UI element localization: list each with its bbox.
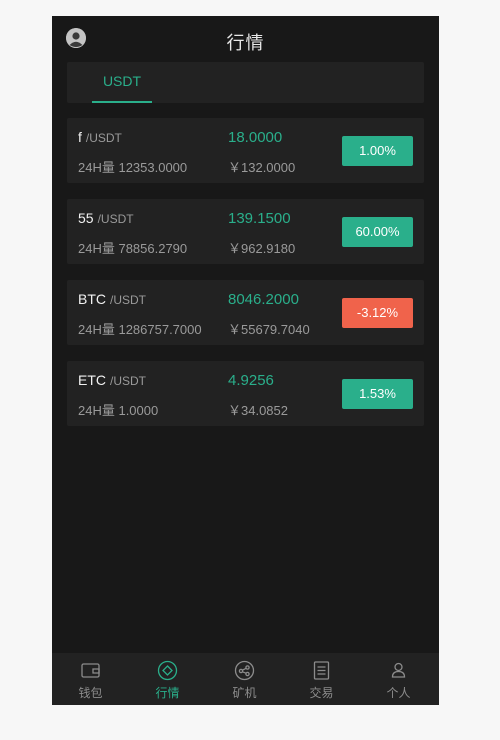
tab-usdt-label: USDT [102, 73, 142, 89]
change-badge[interactable]: -3.12% [342, 298, 413, 328]
trade-icon [313, 661, 330, 680]
bottom-nav: 钱包 行情 矿机 交易 个人 [52, 653, 439, 705]
page-title: 行情 [226, 33, 265, 53]
last-price: 8046.2000 [228, 291, 299, 308]
nav-label: 交易 [309, 686, 334, 700]
nav-label: 个人 [386, 686, 411, 700]
nav-item-market[interactable]: 行情 [129, 653, 206, 705]
volume-24h: 24H量 1.0000 [78, 403, 159, 418]
miner-icon [234, 660, 255, 681]
phone-screen: 行情 USDT f/USDT 24H量 12353.0000 18.0000 ￥… [52, 16, 439, 705]
nav-label: 行情 [155, 686, 180, 700]
market-tabbar: USDT [67, 62, 424, 103]
price-cny: ￥34.0852 [228, 403, 288, 418]
nav-item-miner[interactable]: 矿机 [206, 653, 283, 705]
price-cny: ￥962.9180 [228, 241, 296, 256]
nav-label: 矿机 [232, 686, 257, 700]
market-row-etc[interactable]: ETC/USDT 24H量 1.0000 4.9256 ￥34.0852 1.5… [67, 361, 424, 426]
market-row-f[interactable]: f/USDT 24H量 12353.0000 18.0000 ￥132.0000… [67, 118, 424, 183]
volume-24h: 24H量 78856.2790 [78, 241, 188, 256]
coin-symbol: 55 [78, 210, 94, 226]
coin-symbol: f [78, 129, 82, 145]
nav-label: 钱包 [78, 686, 103, 700]
last-price: 4.9256 [228, 372, 274, 389]
coin-pair: /USDT [110, 293, 146, 307]
market-list: f/USDT 24H量 12353.0000 18.0000 ￥132.0000… [67, 118, 424, 442]
user-icon [391, 662, 406, 678]
nav-item-wallet[interactable]: 钱包 [52, 653, 129, 705]
coin-symbol: BTC [78, 291, 106, 307]
change-badge[interactable]: 1.53% [342, 379, 413, 409]
coin-symbol: ETC [78, 372, 106, 388]
price-cny: ￥55679.7040 [228, 322, 310, 337]
nav-item-profile[interactable]: 个人 [360, 653, 437, 705]
market-row-btc[interactable]: BTC/USDT 24H量 1286757.7000 8046.2000 ￥55… [67, 280, 424, 345]
tab-active-underline [92, 101, 152, 103]
price-cny: ￥132.0000 [228, 160, 296, 175]
last-price: 18.0000 [228, 129, 283, 146]
coin-pair: /USDT [110, 374, 146, 388]
market-row-55[interactable]: 55/USDT 24H量 78856.2790 139.1500 ￥962.91… [67, 199, 424, 264]
change-badge[interactable]: 1.00% [342, 136, 413, 166]
volume-24h: 24H量 1286757.7000 [78, 322, 202, 337]
coin-pair: /USDT [97, 212, 134, 226]
market-icon [157, 660, 178, 681]
nav-item-trade[interactable]: 交易 [283, 653, 360, 705]
coin-pair: /USDT [85, 131, 122, 145]
header: 行情 [52, 16, 439, 62]
tab-usdt[interactable]: USDT [92, 62, 152, 103]
change-badge[interactable]: 60.00% [342, 217, 413, 247]
volume-24h: 24H量 12353.0000 [78, 160, 188, 175]
last-price: 139.1500 [228, 210, 291, 227]
wallet-icon [81, 663, 100, 678]
